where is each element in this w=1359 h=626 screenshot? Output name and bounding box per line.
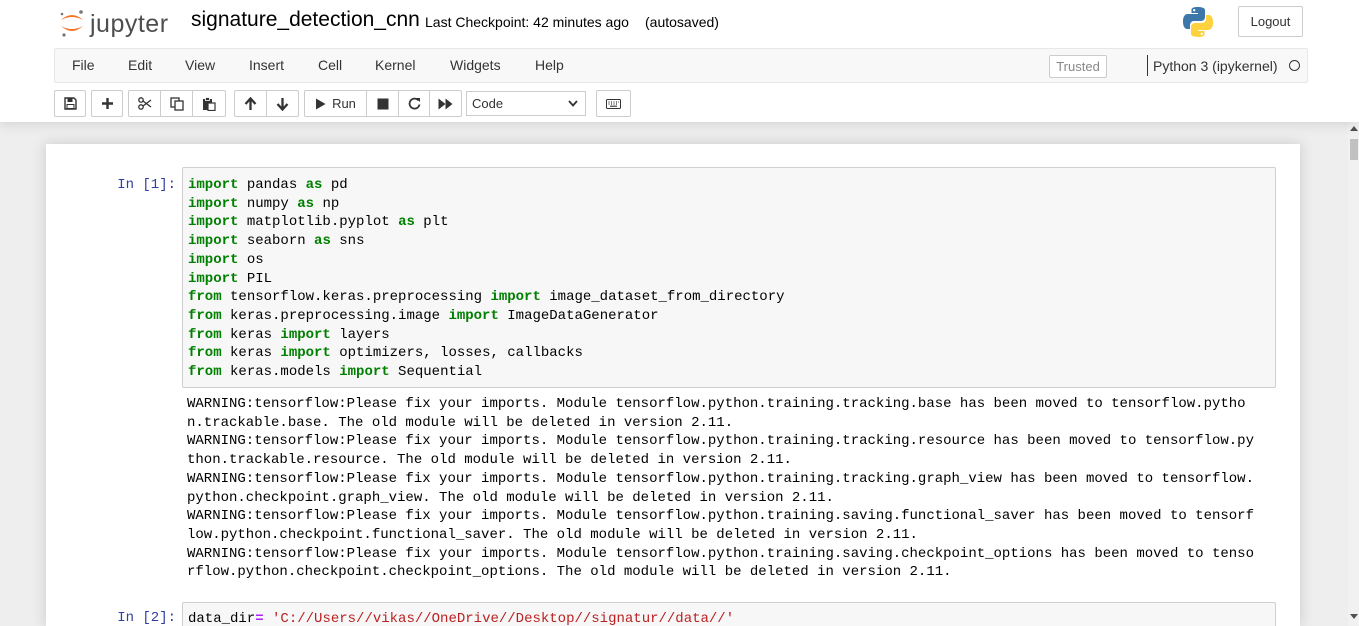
restart-icon: [408, 97, 420, 110]
scroll-down-icon[interactable]: [1350, 614, 1358, 619]
code-line: import seaborn as sns: [188, 233, 365, 250]
vertical-scrollbar[interactable]: [1348, 122, 1359, 626]
code-line: import numpy as np: [188, 195, 340, 212]
code-line: from keras import layers: [188, 326, 390, 343]
scroll-up-icon[interactable]: [1350, 126, 1358, 131]
kernel-status-icon: [1289, 60, 1300, 71]
code-line: from tensorflow.keras.preprocessing impo…: [188, 289, 785, 306]
copy-icon: [169, 96, 184, 111]
cell-output: WARNING:tensorflow:Please fix your impor…: [187, 395, 1277, 582]
output-line: WARNING:tensorflow:Please fix your impor…: [187, 396, 1246, 412]
paste-button[interactable]: [192, 90, 226, 117]
autosave-status: (autosaved): [645, 14, 719, 30]
menu-insert[interactable]: Insert: [249, 57, 284, 73]
logout-button[interactable]: Logout: [1238, 6, 1303, 37]
chevron-down-icon: [568, 100, 578, 107]
notebook-container: In [1]: import pandas as pd import numpy …: [46, 144, 1300, 626]
copy-button[interactable]: [160, 90, 193, 117]
menu-widgets[interactable]: Widgets: [450, 57, 501, 73]
code-line: import matplotlib.pyplot as plt: [188, 214, 449, 231]
cell-prompt: In [1]:: [117, 177, 176, 193]
code-cell-input[interactable]: import pandas as pd import numpy as np imp…: [182, 167, 1276, 388]
stop-icon: [377, 98, 388, 109]
cell-type-value: Code: [472, 96, 504, 111]
arrow-down-icon: [276, 97, 289, 111]
cell-type-select[interactable]: Code: [466, 91, 586, 116]
code-line: import os: [188, 251, 264, 268]
code-cell-input[interactable]: data_dir= 'C://Users//vikas//OneDrive//D…: [182, 602, 1276, 626]
kernel-separator: [1147, 55, 1148, 76]
output-line: rflow.python.checkpoint.checkpoint_optio…: [187, 564, 952, 581]
notebook-name[interactable]: signature_detection_cnn: [191, 8, 420, 32]
arrow-up-icon: [244, 96, 257, 110]
output-line: python.checkpoint.graph_view. The old mo…: [187, 489, 834, 506]
restart-run-all-button[interactable]: [429, 90, 462, 117]
paste-icon: [203, 96, 216, 111]
menu-help[interactable]: Help: [535, 57, 564, 73]
logo-text: jupyter: [90, 9, 169, 38]
output-line: WARNING:tensorflow:Please fix your impor…: [187, 470, 1254, 487]
output-line: WARNING:tensorflow:Please fix your impor…: [187, 545, 1254, 562]
code-line: from keras.models import Sequential: [188, 364, 483, 381]
plus-icon: [101, 98, 113, 109]
code-line: import pandas as pd: [188, 177, 348, 193]
run-button[interactable]: Run: [304, 90, 367, 117]
code-line: data_dir= 'C://Users//vikas//OneDrive//D…: [188, 611, 735, 626]
notebook-header: jupyter signature_detection_cnn Last Che…: [0, 0, 1359, 122]
output-line: WARNING:tensorflow:Please fix your impor…: [187, 508, 1254, 525]
python-logo-icon: [1181, 5, 1215, 39]
play-icon: [316, 98, 326, 109]
menu-cell[interactable]: Cell: [318, 57, 342, 73]
run-label: Run: [332, 96, 356, 111]
insert-cell-button[interactable]: [91, 90, 123, 117]
cell-prompt: In [2]:: [117, 610, 176, 626]
save-icon: [63, 97, 77, 110]
menubar: File Edit View Insert Cell Kernel Widget…: [54, 48, 1308, 83]
move-up-button[interactable]: [234, 90, 267, 117]
menu-kernel[interactable]: Kernel: [375, 57, 415, 73]
last-checkpoint: Last Checkpoint: 42 minutes ago: [425, 14, 629, 30]
fast-forward-icon: [438, 98, 453, 109]
trusted-indicator[interactable]: Trusted: [1049, 55, 1107, 78]
scissors-icon: [137, 97, 151, 110]
interrupt-button[interactable]: [366, 90, 399, 117]
output-line: thon.trackable.resource. The old module …: [187, 452, 792, 469]
code-line: from keras.preprocessing.image import Im…: [188, 307, 659, 324]
cut-button[interactable]: [128, 90, 161, 117]
output-line: WARNING:tensorflow:Please fix your impor…: [187, 433, 1254, 450]
move-down-button[interactable]: [266, 90, 299, 117]
code-line: import PIL: [188, 270, 273, 287]
jupyter-logo[interactable]: jupyter: [58, 7, 169, 39]
kernel-name[interactable]: Python 3 (ipykernel): [1153, 58, 1278, 74]
scroll-thumb[interactable]: [1350, 139, 1358, 160]
save-button[interactable]: [54, 90, 86, 117]
jupyter-logo-icon: [58, 8, 86, 38]
code-line: from keras import optimizers, losses, ca…: [188, 345, 583, 362]
restart-button[interactable]: [398, 90, 430, 117]
command-palette-button[interactable]: [596, 90, 631, 117]
keyboard-icon: [606, 98, 621, 109]
menu-file[interactable]: File: [72, 57, 95, 73]
menu-edit[interactable]: Edit: [128, 57, 152, 73]
output-line: low.python.checkpoint.functional_saver. …: [187, 526, 918, 543]
menu-view[interactable]: View: [185, 57, 215, 73]
output-line: n.trackable.base. The old module will be…: [187, 414, 734, 431]
